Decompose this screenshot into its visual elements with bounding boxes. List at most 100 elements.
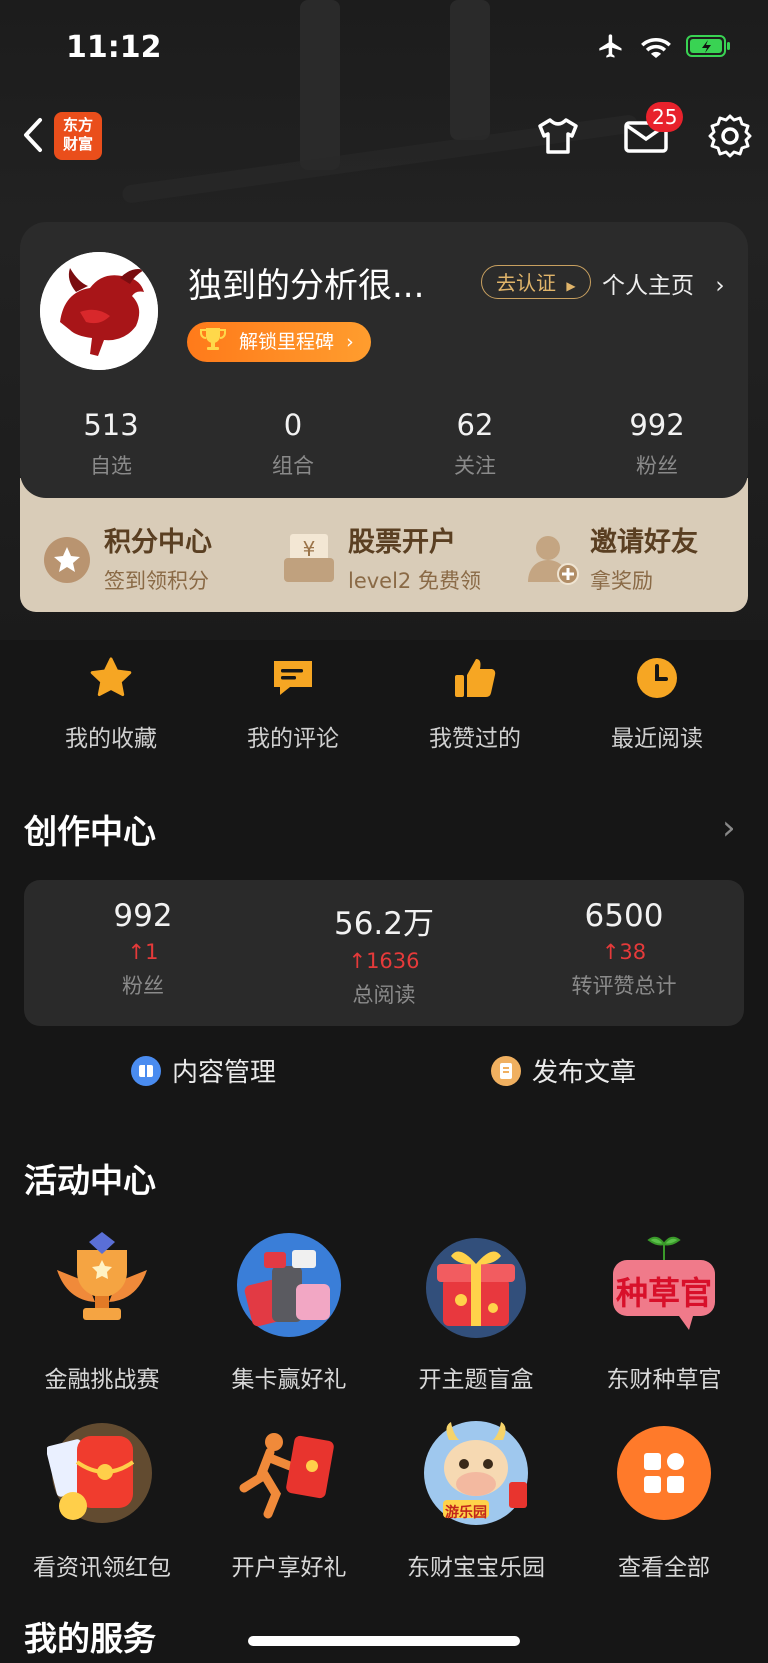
grass-officer-text: 种草官 (615, 1274, 712, 1312)
stat-label: 关注 (454, 454, 496, 478)
message-badge: 25 (646, 102, 684, 132)
activity-grass-officer[interactable]: 种草官 东财种草官 (574, 1230, 754, 1394)
invite-friend-icon (522, 528, 582, 592)
verify-label: 去认证 (496, 271, 556, 295)
activity-label: 东财种草官 (606, 1367, 722, 1393)
points-center[interactable]: 积分中心 签到领积分 (104, 520, 212, 595)
homepage-link[interactable]: 个人主页 › (602, 266, 725, 300)
battery-icon (686, 35, 730, 57)
cstat-label: 转评赞总计 (571, 974, 677, 998)
activity-news-redpacket[interactable]: 看资讯领红包 (12, 1418, 192, 1582)
publish-label: 发布文章 (532, 1058, 637, 1088)
stat-label: 组合 (272, 454, 314, 478)
grid-icon (617, 1426, 711, 1520)
milestone-button[interactable]: 解锁里程碑 › (187, 322, 371, 362)
quick-label: 我的评论 (247, 726, 339, 752)
activity-label: 查看全部 (618, 1555, 710, 1581)
stock-account-open[interactable]: 股票开户 level2 免费领 (348, 520, 481, 595)
verify-button[interactable]: 去认证 ▶ (481, 265, 591, 299)
creator-stat-interactions[interactable]: 6500 ↑38 转评赞总计 (524, 898, 724, 1000)
creator-stat-reads[interactable]: 56.2万 ↑1636 总阅读 (284, 898, 484, 1009)
activity-label: 看资讯领红包 (33, 1555, 171, 1581)
cstat-label: 总阅读 (352, 983, 416, 1007)
tshirt-icon (538, 118, 578, 154)
wifi-icon (641, 38, 671, 58)
play-small-icon: ▶ (566, 279, 576, 293)
stat-label: 自选 (90, 454, 132, 478)
milestone-label: 解锁里程碑 (239, 331, 335, 353)
status-icons (596, 32, 732, 60)
stat-value: 992 (629, 408, 685, 442)
cow-mascot-icon: 游乐园 (421, 1418, 531, 1528)
homepage-label: 个人主页 (602, 273, 694, 299)
username: 独到的分析很... (188, 266, 425, 306)
red-packet-icon (46, 1418, 157, 1528)
stat-value: 62 (456, 408, 494, 442)
chevron-right-icon: › (722, 808, 736, 848)
cstat-value: 992 (113, 898, 173, 934)
back-button[interactable] (14, 110, 54, 160)
svg-text:¥: ¥ (303, 537, 316, 561)
activity-blind-box[interactable]: 开主题盲盒 (386, 1230, 566, 1394)
creator-stat-fans[interactable]: 992 ↑1 粉丝 (43, 898, 243, 1000)
star-icon (90, 657, 132, 697)
stat-watchlist[interactable]: 513 自选 (41, 408, 181, 480)
quick-liked[interactable]: 我赞过的 (395, 655, 555, 753)
stat-label: 粉丝 (636, 454, 678, 478)
quick-recent[interactable]: 最近阅读 (577, 655, 737, 753)
settings-button[interactable] (704, 110, 756, 162)
activity-account-gift[interactable]: 开户享好礼 (199, 1418, 379, 1582)
theme-button[interactable] (532, 110, 584, 162)
gold-title: 积分中心 (104, 527, 212, 558)
stat-value: 0 (283, 408, 303, 442)
trophy-icon (199, 326, 227, 366)
quick-label: 我的收藏 (65, 726, 157, 752)
grass-officer-icon: 种草官 (609, 1230, 719, 1340)
gold-title: 股票开户 (348, 527, 456, 558)
cstat-value: 6500 (584, 898, 664, 934)
activity-label: 开户享好礼 (231, 1555, 347, 1581)
bull-icon (40, 252, 158, 370)
content-manage-button[interactable]: 内容管理 (130, 1052, 276, 1089)
services-title: 我的服务 (24, 1619, 156, 1658)
gold-title: 邀请好友 (590, 527, 698, 558)
stat-fans[interactable]: 992 粉丝 (587, 408, 727, 480)
airplane-icon (599, 34, 622, 58)
status-time: 11:12 (66, 30, 162, 65)
publish-article-button[interactable]: 发布文章 (490, 1052, 636, 1089)
activity-label: 开主题盲盒 (418, 1367, 534, 1393)
creator-more-button[interactable]: › (722, 808, 736, 848)
runner-redpacket-icon (234, 1418, 344, 1528)
quick-label: 我赞过的 (429, 726, 521, 752)
app-logo: 东方 财富 (54, 112, 102, 160)
gold-sub: level2 免费领 (348, 569, 481, 593)
account-open-icon: ¥ (282, 530, 336, 590)
gold-sub: 拿奖励 (590, 569, 653, 593)
cstat-label: 粉丝 (122, 974, 164, 998)
park-text: 游乐园 (445, 1505, 487, 1521)
quick-favorites[interactable]: 我的收藏 (31, 655, 191, 753)
activity-card-collect[interactable]: 集卡赢好礼 (199, 1230, 379, 1394)
gold-sub: 签到领积分 (104, 569, 209, 593)
stat-value: 513 (83, 408, 139, 442)
invite-friends[interactable]: 邀请好友 拿奖励 (590, 520, 698, 595)
activity-label: 集卡赢好礼 (231, 1367, 347, 1393)
avatar[interactable] (40, 252, 158, 370)
activity-view-all[interactable]: 查看全部 (574, 1418, 754, 1582)
cstat-delta: ↑1636 (348, 949, 420, 973)
quick-comments[interactable]: 我的评论 (213, 655, 373, 753)
clock-icon (637, 658, 677, 698)
stat-portfolio[interactable]: 0 组合 (223, 408, 363, 480)
stat-following[interactable]: 62 关注 (405, 408, 545, 480)
activity-baby-park[interactable]: 游乐园 东财宝宝乐园 (386, 1418, 566, 1582)
trophy-badge-icon (47, 1230, 157, 1340)
chevron-right-icon: › (715, 273, 725, 299)
chevron-right-icon: › (346, 331, 354, 353)
activity-center-title: 活动中心 (24, 1161, 156, 1200)
gift-cards-icon (234, 1230, 344, 1340)
points-center-icon (42, 535, 92, 589)
thumbs-up-icon (455, 659, 496, 697)
cstat-delta: ↑1 (127, 940, 159, 964)
activity-finance-challenge[interactable]: 金融挑战赛 (12, 1230, 192, 1394)
home-indicator[interactable] (248, 1636, 520, 1646)
